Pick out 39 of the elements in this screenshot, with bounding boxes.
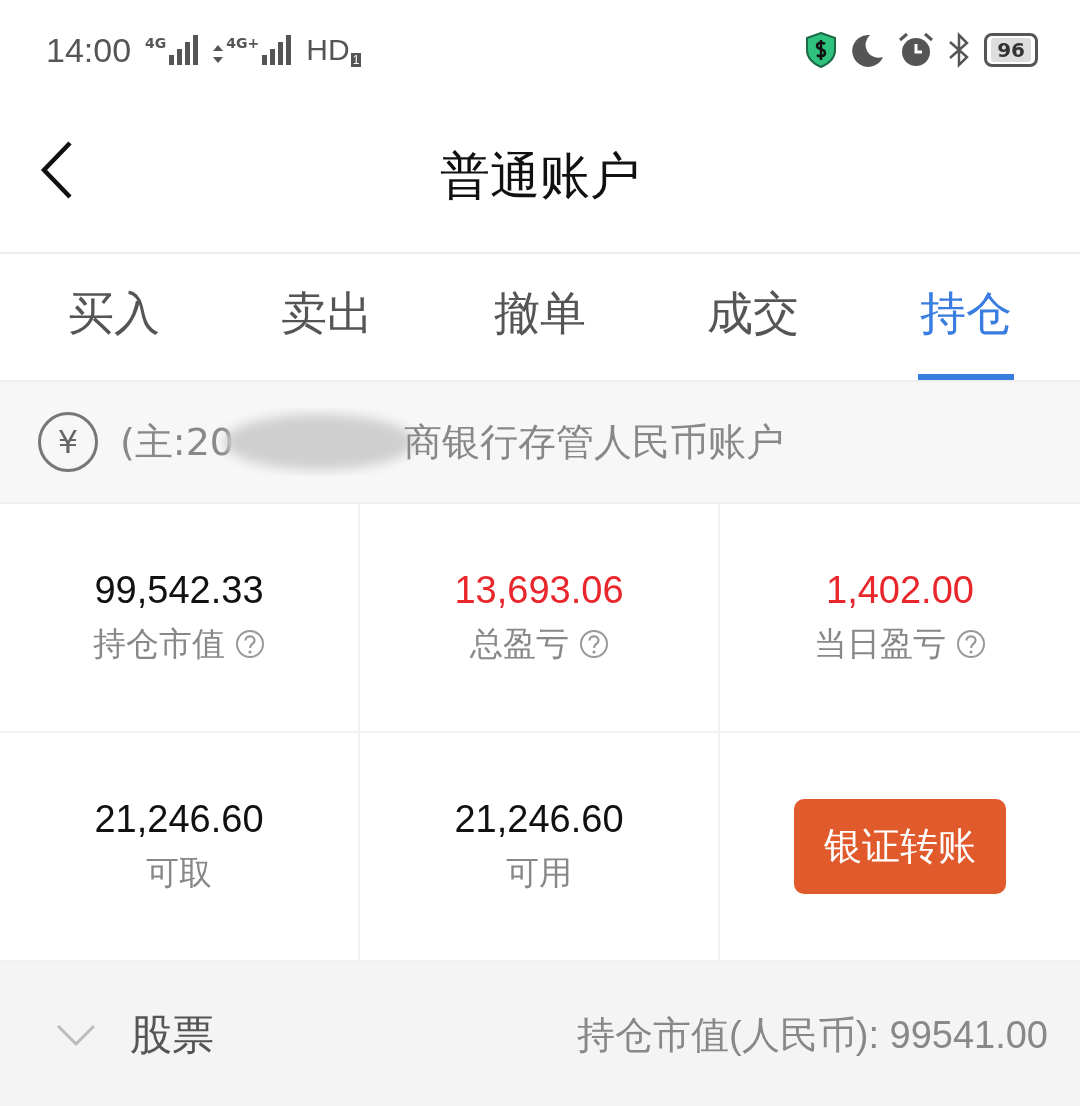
account-text: 商银行存管人民币账户 xyxy=(404,418,784,466)
stat-value: 21,246.60 xyxy=(454,797,624,841)
bluetooth-icon xyxy=(948,32,971,68)
help-icon[interactable] xyxy=(578,629,609,659)
clock-time: 14:00 xyxy=(46,30,132,70)
alarm-icon xyxy=(898,32,935,68)
section-summary: 持仓市值(人民币): 99541.00 xyxy=(577,1012,1048,1058)
tab[interactable]: 买入 xyxy=(66,254,163,380)
chevron-icon[interactable] xyxy=(56,1023,96,1047)
network-type: 4G xyxy=(145,35,167,51)
back-icon[interactable] xyxy=(40,140,74,200)
account-text: (主:20 xyxy=(120,418,234,466)
tab[interactable]: 撤单 xyxy=(492,254,588,380)
stat-label: 持仓市值 xyxy=(93,622,225,665)
stat-value: 99,542.33 xyxy=(94,568,264,612)
help-icon[interactable] xyxy=(235,629,265,659)
stat-value: 21,246.60 xyxy=(94,797,264,841)
stat-value: 13,693.06 xyxy=(454,568,624,612)
tab[interactable]: 卖出 xyxy=(279,254,376,380)
help-icon[interactable] xyxy=(956,629,986,659)
signal-icon xyxy=(169,35,200,65)
hd-badge: 1 xyxy=(350,53,362,67)
shield-dollar-icon xyxy=(806,32,837,68)
stat-label: 总盈亏 xyxy=(469,622,569,665)
page-title: 普通账户 xyxy=(440,145,640,207)
stat-label: 当日盈亏 xyxy=(814,622,946,665)
signal-icon xyxy=(262,35,293,65)
moon-icon xyxy=(850,33,885,67)
network-type: 4G+ xyxy=(226,35,260,51)
data-arrows-icon xyxy=(213,45,224,65)
currency-icon: ¥ xyxy=(38,412,98,472)
tab[interactable]: 成交 xyxy=(704,254,801,380)
stat-label: 可取 xyxy=(146,851,212,894)
hd-label: HD xyxy=(306,33,350,67)
stat-value: 1,402.00 xyxy=(826,568,974,612)
section-label: 股票 xyxy=(130,1009,214,1061)
battery-icon: 96 xyxy=(984,33,1038,67)
stat-label: 可用 xyxy=(506,851,572,894)
transfer-button[interactable]: 银证转账 xyxy=(794,799,1006,894)
